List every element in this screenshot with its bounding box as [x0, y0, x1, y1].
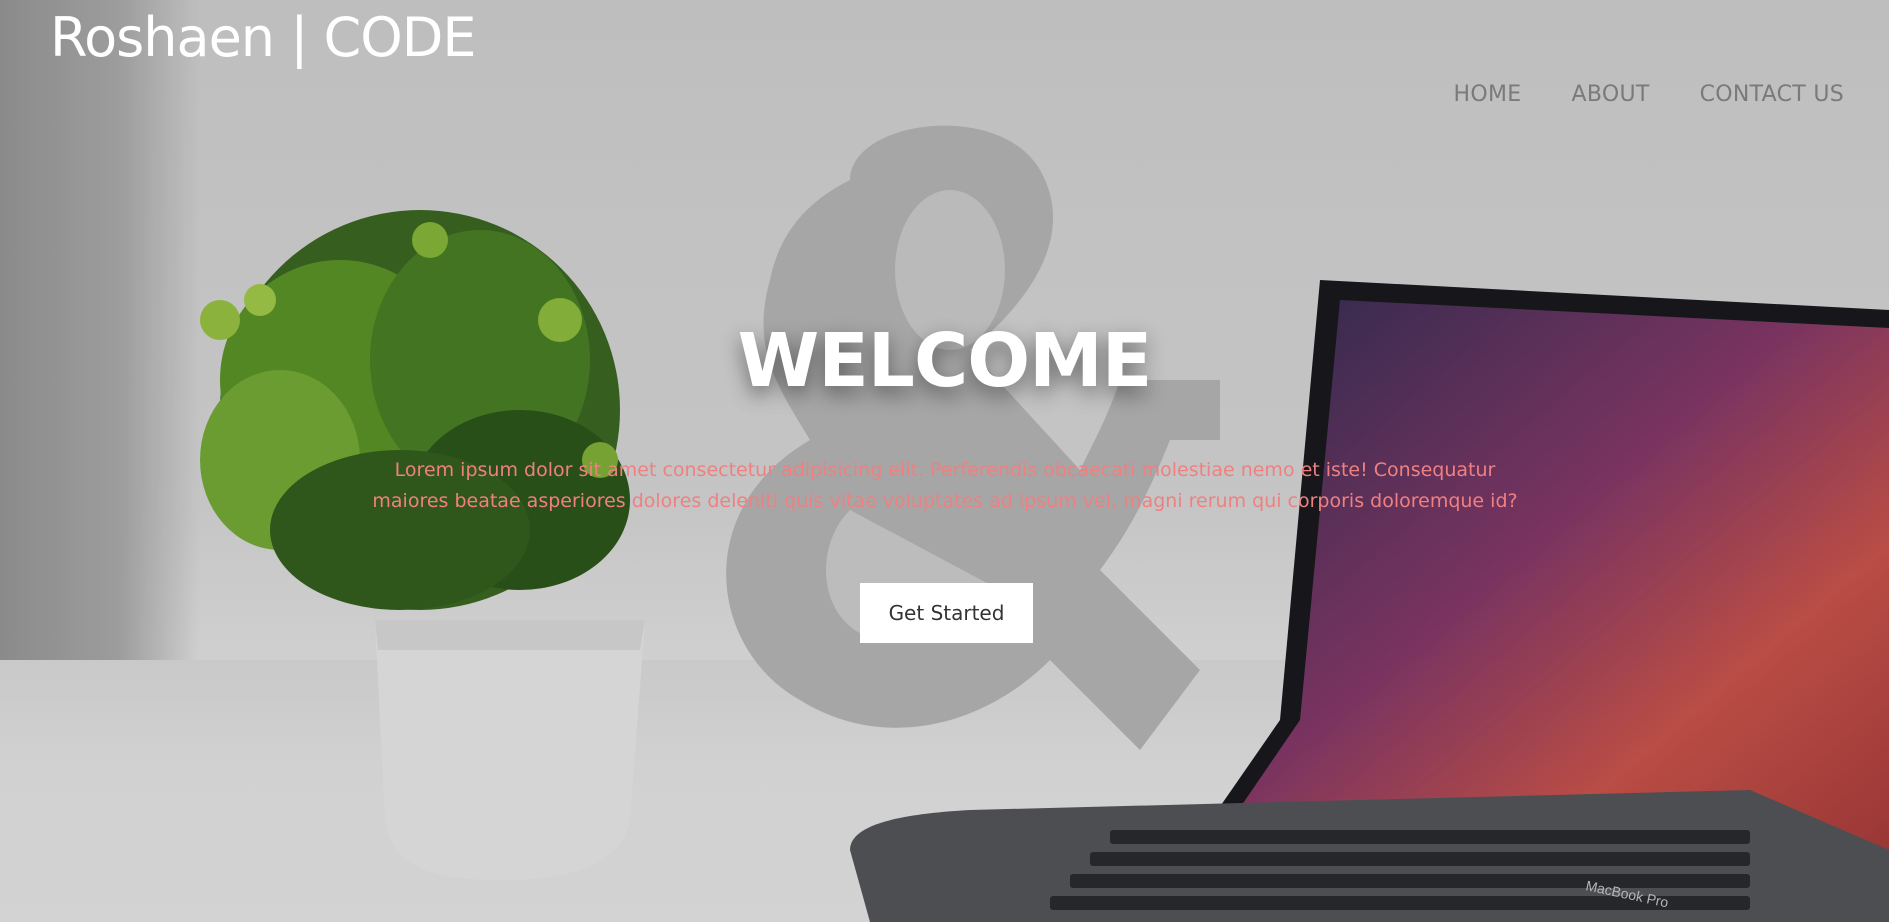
nav-home-link[interactable]: HOME — [1454, 82, 1522, 107]
hero-heading: WELCOME — [737, 318, 1153, 404]
hero-lead-text: Lorem ipsum dolor sit amet consectetur a… — [372, 459, 1518, 512]
nav-contact-link[interactable]: CONTACT US — [1700, 82, 1844, 107]
nav-about-link[interactable]: ABOUT — [1571, 82, 1649, 107]
main-nav: HOME ABOUT CONTACT US — [1454, 82, 1844, 107]
get-started-button[interactable]: Get Started — [860, 583, 1033, 643]
brand-logo[interactable]: Roshaen | CODE — [50, 6, 476, 69]
hero-section: MacBook Pro Roshaen | CODE HOME ABOUT CO… — [0, 0, 1889, 922]
